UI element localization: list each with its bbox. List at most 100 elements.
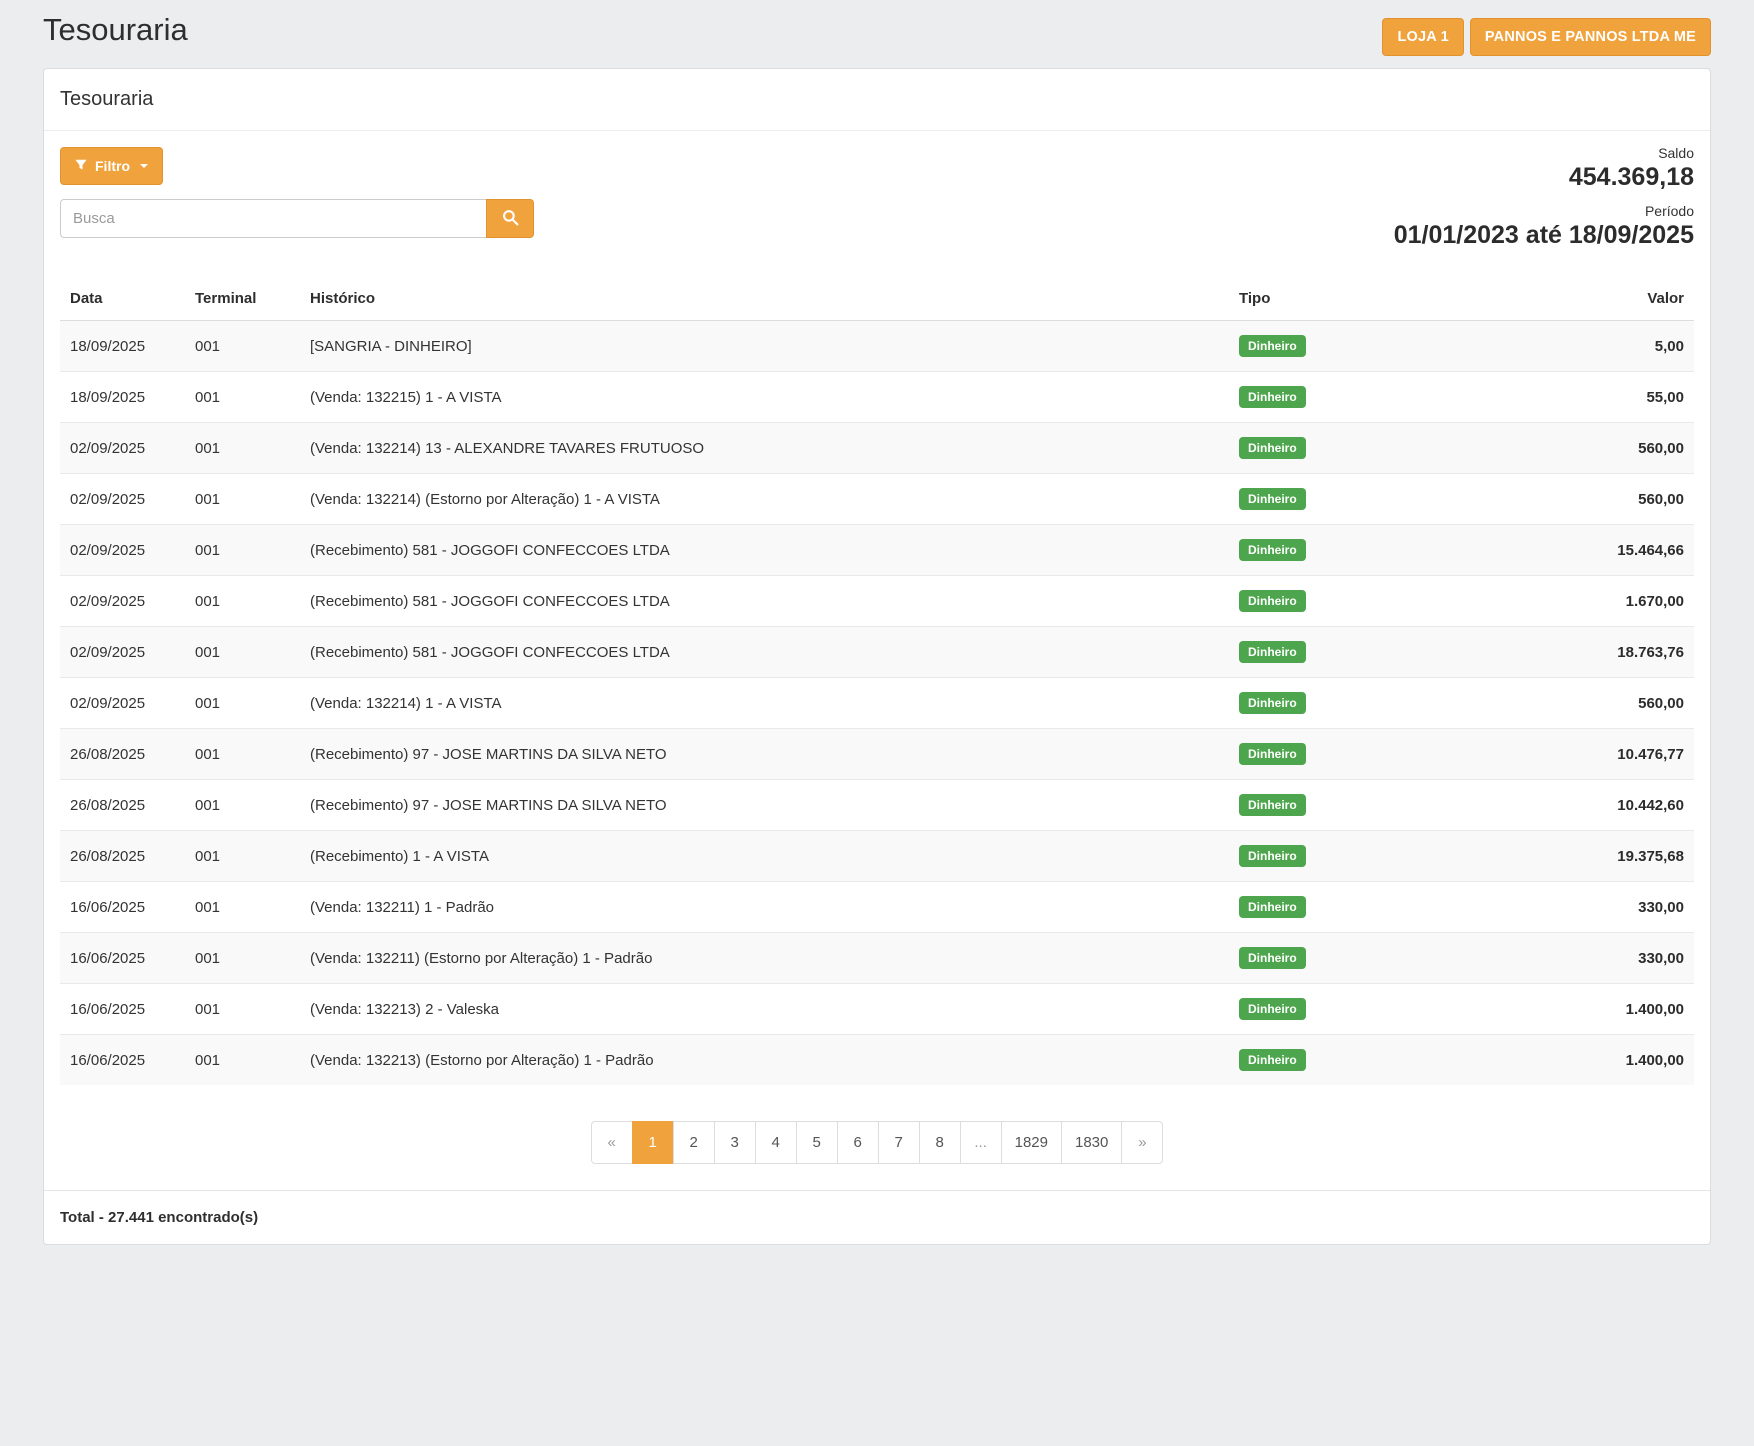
tipo-badge: Dinheiro [1239, 590, 1306, 612]
page-title: Tesouraria [43, 12, 188, 48]
cell-data: 16/06/2025 [60, 984, 185, 1035]
cell-data: 18/09/2025 [60, 321, 185, 372]
tipo-badge: Dinheiro [1239, 539, 1306, 561]
cell-data: 02/09/2025 [60, 678, 185, 729]
cell-terminal: 001 [185, 729, 300, 780]
cell-terminal: 001 [185, 678, 300, 729]
cell-terminal: 001 [185, 984, 300, 1035]
cell-tipo: Dinheiro [1229, 525, 1529, 576]
total-count: Total - 27.441 encontrado(s) [44, 1190, 1710, 1244]
company-button[interactable]: PANNOS E PANNOS LTDA ME [1470, 18, 1711, 56]
store-button[interactable]: LOJA 1 [1382, 18, 1463, 56]
cell-terminal: 001 [185, 576, 300, 627]
cell-historico: [SANGRIA - DINHEIRO] [300, 321, 1229, 372]
topbar: Tesouraria LOJA 1 PANNOS E PANNOS LTDA M… [43, 0, 1711, 56]
tipo-badge: Dinheiro [1239, 437, 1306, 459]
cell-tipo: Dinheiro [1229, 882, 1529, 933]
transactions-body: 18/09/2025001[SANGRIA - DINHEIRO]Dinheir… [60, 321, 1694, 1086]
page-button[interactable]: 5 [796, 1121, 838, 1164]
periodo-value: 01/01/2023 até 18/09/2025 [1394, 219, 1694, 252]
cell-historico: (Venda: 132214) (Estorno por Alteração) … [300, 474, 1229, 525]
cell-tipo: Dinheiro [1229, 1035, 1529, 1086]
cell-historico: (Venda: 132214) 13 - ALEXANDRE TAVARES F… [300, 423, 1229, 474]
page-button[interactable]: 8 [919, 1121, 961, 1164]
pagination-wrap: «12345678...18291830» [60, 1121, 1694, 1164]
caret-down-icon [140, 164, 148, 168]
cell-tipo: Dinheiro [1229, 780, 1529, 831]
page-button[interactable]: 7 [878, 1121, 920, 1164]
page-button[interactable]: 2 [673, 1121, 715, 1164]
topbar-buttons: LOJA 1 PANNOS E PANNOS LTDA ME [1382, 12, 1711, 56]
cell-data: 26/08/2025 [60, 831, 185, 882]
cell-terminal: 001 [185, 780, 300, 831]
table-row: 02/09/2025001(Recebimento) 581 - JOGGOFI… [60, 627, 1694, 678]
column-header-terminal: Terminal [185, 280, 300, 321]
table-row: 16/06/2025001(Venda: 132213) (Estorno po… [60, 1035, 1694, 1086]
cell-data: 02/09/2025 [60, 423, 185, 474]
cell-valor: 10.476,77 [1529, 729, 1694, 780]
cell-terminal: 001 [185, 1035, 300, 1086]
cell-valor: 560,00 [1529, 678, 1694, 729]
page-button[interactable]: 1830 [1061, 1121, 1122, 1164]
cell-valor: 1.400,00 [1529, 984, 1694, 1035]
cell-tipo: Dinheiro [1229, 678, 1529, 729]
tipo-badge: Dinheiro [1239, 641, 1306, 663]
table-row: 26/08/2025001(Recebimento) 1 - A VISTADi… [60, 831, 1694, 882]
page-button[interactable]: 1829 [1001, 1121, 1062, 1164]
search-icon [502, 209, 519, 229]
cell-data: 16/06/2025 [60, 1035, 185, 1086]
cell-valor: 10.442,60 [1529, 780, 1694, 831]
tesouraria-page: Tesouraria LOJA 1 PANNOS E PANNOS LTDA M… [0, 0, 1754, 1285]
tipo-badge: Dinheiro [1239, 1049, 1306, 1071]
pagination-next-button[interactable]: » [1121, 1121, 1163, 1164]
cell-historico: (Recebimento) 581 - JOGGOFI CONFECCOES L… [300, 525, 1229, 576]
table-row: 02/09/2025001(Venda: 132214) 13 - ALEXAN… [60, 423, 1694, 474]
table-row: 02/09/2025001(Venda: 132214) 1 - A VISTA… [60, 678, 1694, 729]
filter-button[interactable]: Filtro [60, 147, 163, 185]
periodo-label: Período [1394, 203, 1694, 219]
cell-tipo: Dinheiro [1229, 627, 1529, 678]
cell-terminal: 001 [185, 525, 300, 576]
cell-historico: (Recebimento) 97 - JOSE MARTINS DA SILVA… [300, 729, 1229, 780]
cell-valor: 5,00 [1529, 321, 1694, 372]
cell-valor: 1.670,00 [1529, 576, 1694, 627]
search-button[interactable] [486, 199, 534, 238]
saldo-label: Saldo [1394, 145, 1694, 161]
column-header-data: Data [60, 280, 185, 321]
cell-historico: (Venda: 132213) (Estorno por Alteração) … [300, 1035, 1229, 1086]
pagination-prev-button[interactable]: « [591, 1121, 633, 1164]
cell-terminal: 001 [185, 831, 300, 882]
cell-valor: 330,00 [1529, 933, 1694, 984]
cell-tipo: Dinheiro [1229, 474, 1529, 525]
page-button[interactable]: 4 [755, 1121, 797, 1164]
cell-historico: (Recebimento) 97 - JOSE MARTINS DA SILVA… [300, 780, 1229, 831]
page-button[interactable]: 3 [714, 1121, 756, 1164]
cell-historico: (Venda: 132214) 1 - A VISTA [300, 678, 1229, 729]
cell-historico: (Recebimento) 1 - A VISTA [300, 831, 1229, 882]
column-header-historico: Histórico [300, 280, 1229, 321]
table-row: 02/09/2025001(Recebimento) 581 - JOGGOFI… [60, 576, 1694, 627]
tipo-badge: Dinheiro [1239, 386, 1306, 408]
page-button[interactable]: 1 [632, 1121, 674, 1164]
table-row: 26/08/2025001(Recebimento) 97 - JOSE MAR… [60, 729, 1694, 780]
card-title: Tesouraria [44, 69, 1710, 131]
cell-historico: (Venda: 132213) 2 - Valeska [300, 984, 1229, 1035]
tipo-badge: Dinheiro [1239, 947, 1306, 969]
filter-icon [75, 158, 87, 174]
cell-data: 18/09/2025 [60, 372, 185, 423]
cell-tipo: Dinheiro [1229, 831, 1529, 882]
table-row: 02/09/2025001(Venda: 132214) (Estorno po… [60, 474, 1694, 525]
cell-data: 26/08/2025 [60, 729, 185, 780]
page-button[interactable]: 6 [837, 1121, 879, 1164]
saldo-value: 454.369,18 [1394, 161, 1694, 194]
cell-data: 02/09/2025 [60, 576, 185, 627]
cell-data: 26/08/2025 [60, 780, 185, 831]
cell-tipo: Dinheiro [1229, 321, 1529, 372]
search-input[interactable] [60, 199, 486, 238]
summary-panel: Saldo 454.369,18 Período 01/01/2023 até … [1394, 145, 1694, 251]
cell-tipo: Dinheiro [1229, 576, 1529, 627]
cell-valor: 55,00 [1529, 372, 1694, 423]
tipo-badge: Dinheiro [1239, 743, 1306, 765]
cell-valor: 18.763,76 [1529, 627, 1694, 678]
tipo-badge: Dinheiro [1239, 896, 1306, 918]
